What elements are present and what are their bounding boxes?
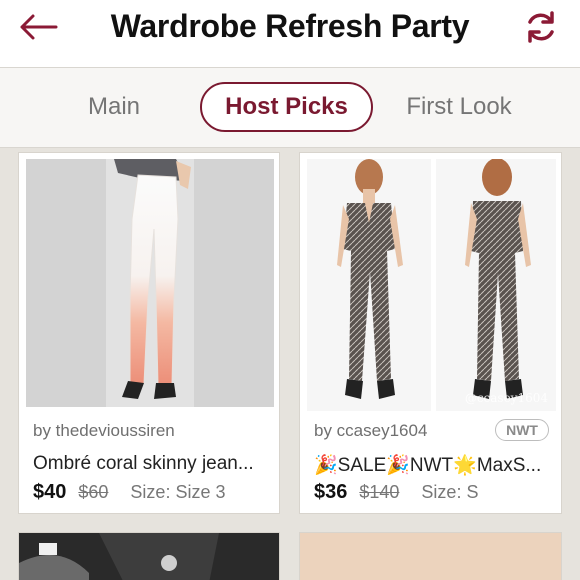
jeans-photo (26, 159, 274, 407)
original-price: $60 (78, 482, 109, 502)
tab-first-look[interactable]: First Look (392, 82, 526, 132)
size-label: Size: S (421, 482, 479, 502)
listing-photo[interactable] (26, 159, 274, 407)
price: $40 (33, 481, 67, 503)
tab-host-picks[interactable]: Host Picks (200, 82, 373, 132)
listing-card[interactable] (299, 532, 562, 580)
product-photo (300, 533, 561, 580)
original-price: $140 (359, 482, 400, 502)
listing-photo[interactable] (300, 533, 561, 580)
listing-photo[interactable]: @ccasey1604 (307, 159, 556, 411)
nwt-badge: NWT (495, 419, 549, 441)
listing-photo[interactable] (19, 533, 279, 580)
listing-card[interactable]: @ccasey1604 by ccasey1604 NWT 🎉SALE🎉NWT🌟… (299, 152, 562, 514)
back-button[interactable] (16, 12, 60, 42)
price: $36 (314, 481, 348, 503)
jumpsuit-photo (307, 159, 556, 411)
page-title: Wardrobe Refresh Party (110, 8, 470, 44)
listing-title[interactable]: Ombré coral skinny jean... (33, 453, 265, 475)
seller-name[interactable]: by thedevioussiren (33, 421, 175, 441)
listing-grid: by thedevioussiren Ombré coral skinny je… (0, 148, 580, 580)
tab-main[interactable]: Main (72, 82, 156, 132)
listing-card[interactable] (18, 532, 280, 580)
jewelry-photo (19, 533, 279, 580)
price-row: $36 $140 Size: S (314, 481, 478, 504)
photo-watermark: @ccasey1604 (464, 391, 548, 405)
refresh-button[interactable] (522, 8, 560, 46)
seller-name[interactable]: by ccasey1604 (314, 421, 427, 441)
top-bar: Wardrobe Refresh Party (0, 0, 580, 68)
price-row: $40 $60 Size: Size 3 (33, 481, 225, 504)
back-arrow-icon (20, 14, 58, 40)
listing-title[interactable]: 🎉SALE🎉NWT🌟MaxS... (314, 453, 547, 477)
listing-card[interactable]: by thedevioussiren Ombré coral skinny je… (18, 152, 280, 514)
size-label: Size: Size 3 (130, 482, 226, 502)
refresh-icon (528, 11, 554, 43)
party-tabs: Main Host Picks First Look (0, 68, 580, 148)
